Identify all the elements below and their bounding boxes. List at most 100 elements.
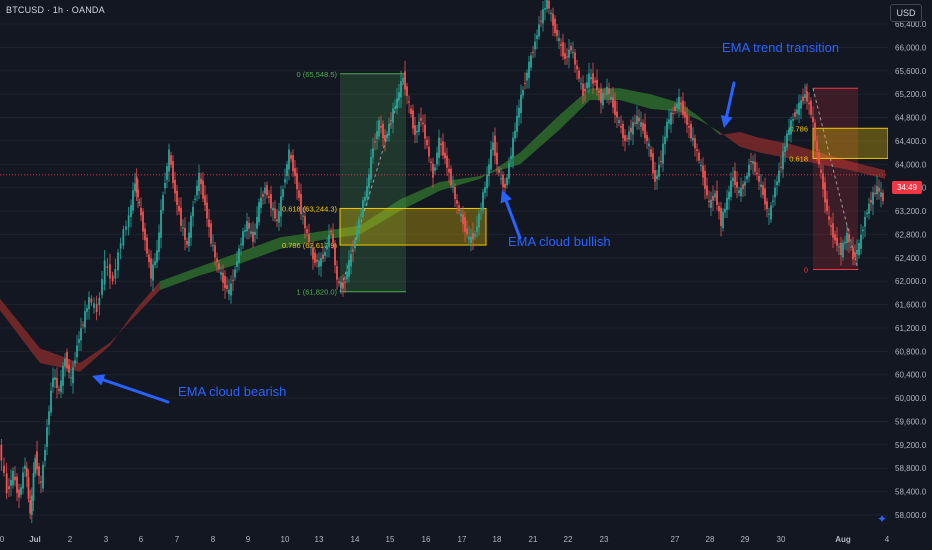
candle-body [498,169,500,173]
candle-body [10,479,12,486]
candle-body [154,261,156,265]
candle-body [308,234,310,243]
candle-body [662,143,664,164]
candle-body [612,97,614,108]
candle-body [708,200,710,203]
candle-body [698,152,700,161]
candle-body [572,52,574,54]
candle-body [101,279,103,295]
candle-body [772,200,774,202]
candle-body [12,470,14,486]
price-chart[interactable]: 0 (65,548.5)0.618 (63,244.3)0.786 (62,61… [0,0,932,550]
candle-body [868,203,870,214]
candle-body [492,142,494,150]
candle-body [258,202,260,223]
candle-body [404,71,406,90]
time-axis: 0 Jul 2 3 6 7 8 9 10 13 14 15 16 17 18 21 22 23 27 28 29 30 Au… [0,530,932,550]
candle-body [818,152,820,165]
currency-button[interactable]: USD [890,4,922,22]
candle-body [700,165,702,167]
ema-cloud-segment [440,175,480,191]
candle-body [344,281,346,283]
candle-body [180,207,182,226]
candle-body [326,245,328,250]
candle-body [358,219,360,234]
candle-body [782,151,784,170]
candle-body [504,183,506,188]
candle-body [60,380,62,393]
candle-body [0,444,3,461]
candle-body [752,161,754,164]
candle-body [826,199,828,212]
candle-body [184,227,186,240]
candle-body [486,174,488,189]
candle-body [360,214,362,216]
candle-body [202,180,204,199]
candle-body [192,206,194,217]
ema-cloud-segment [135,281,160,317]
candle-body [166,166,168,180]
annotation-arrow-head [720,114,733,128]
symbol-header[interactable]: BTCUSD · 1h · OANDA [6,5,105,15]
candle-body [384,135,386,141]
last-price-tag: 34:49 [892,181,922,194]
candle-body [840,242,842,256]
time-tick-label: 28 [706,535,715,544]
candle-body [784,146,786,152]
candle-body [534,41,536,50]
candle-body [280,196,282,217]
candle-body [670,112,672,125]
price-tick-label: 61,200.0 [895,324,927,333]
price-tick-label: 62,800.0 [895,230,927,239]
candle-body [296,173,298,190]
candle-body [412,110,414,129]
candle-body [714,193,716,198]
settings-sparkle-icon[interactable]: ✦ [877,512,887,526]
candle-body [236,261,238,267]
candle-body [402,78,404,82]
fib-level-label: 0 [804,266,808,275]
candle-body [286,164,288,176]
candle-body [362,200,364,217]
time-tick-label: 16 [422,535,431,544]
candle-body [434,167,436,171]
candle-body [690,123,692,139]
candle-body [374,141,376,143]
candle-body [650,149,652,157]
time-tick-label: 7 [175,535,180,544]
candle-body [272,207,274,211]
candle-body [674,106,676,111]
time-tick-label: 29 [741,535,750,544]
candle-body [178,205,180,212]
candle-body [238,248,240,263]
price-tick-label: 59,600.0 [895,417,927,426]
candle-body [316,259,318,262]
ema-cloud-segment [200,251,240,276]
annotation-arrow-head [92,374,106,386]
candle-body [152,264,154,281]
time-tick-label: 27 [671,535,680,544]
candle-body [212,244,214,246]
candle-body [798,102,800,115]
candle-body [658,164,660,177]
candle-body [64,358,66,367]
candle-body [164,183,166,189]
candle-body [98,297,101,306]
candle-body [448,168,450,173]
candle-body [268,196,270,198]
candle-body [146,237,148,254]
candle-body [532,51,534,53]
price-tick-label: 60,400.0 [895,371,927,380]
candle-body [494,135,496,156]
fib-level-label: 0.618 (63,244.3) [282,204,338,213]
candle-body [806,91,808,102]
candle-body [554,18,556,34]
candle-body [716,190,718,205]
candle-body [78,339,80,343]
candle-body [150,258,152,279]
candle-body [68,364,70,373]
candle-body [282,189,284,197]
candle-body [40,481,42,483]
price-tick-label: 58,800.0 [895,464,927,473]
candle-body [430,161,432,164]
